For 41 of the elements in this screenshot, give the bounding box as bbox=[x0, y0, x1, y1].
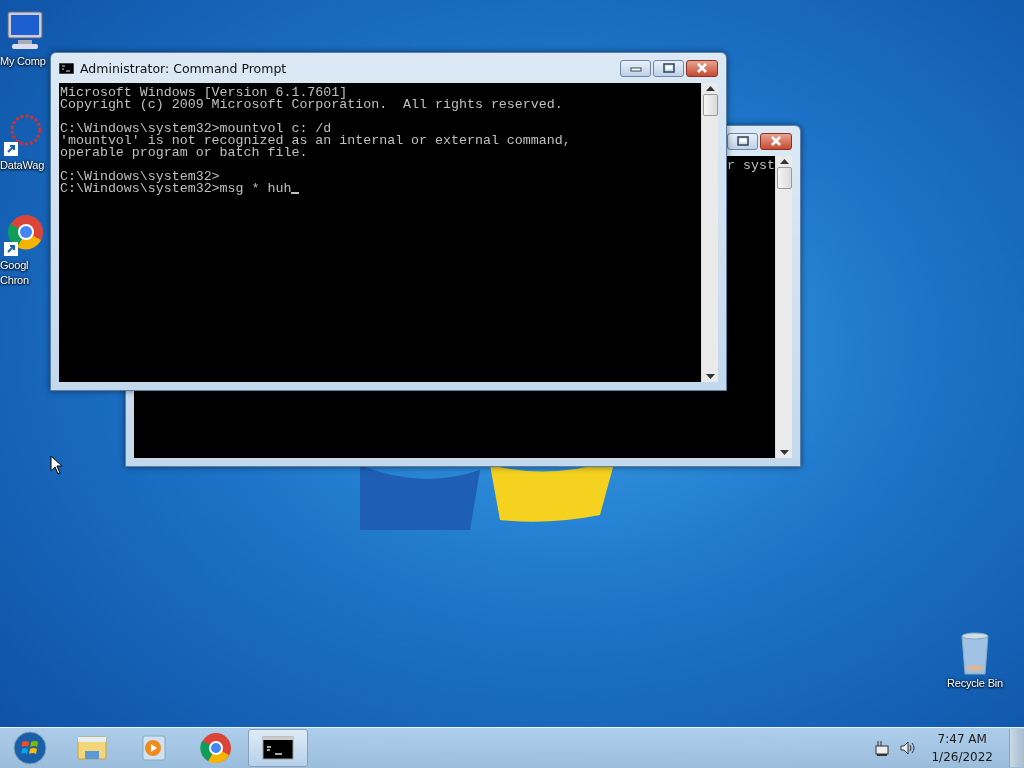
scrollbar[interactable] bbox=[701, 83, 718, 382]
console-text: 'mountvol' is not recognized as an internal or external command, bbox=[60, 135, 571, 147]
window-title: Administrator: Command Prompt bbox=[80, 60, 288, 76]
minimize-button[interactable] bbox=[620, 59, 651, 77]
network-icon[interactable] bbox=[875, 740, 892, 756]
maximize-button[interactable] bbox=[727, 132, 758, 150]
console-text: C:\Windows\system32>mountvol c: /d bbox=[60, 123, 332, 135]
scroll-thumb[interactable] bbox=[702, 94, 718, 116]
clock-time: 7:47 AM bbox=[937, 731, 987, 748]
chrome-icon bbox=[199, 731, 233, 765]
icon-label[interactable]: Googl bbox=[0, 258, 29, 273]
console-text: operable program or batch file. bbox=[60, 147, 308, 159]
maximize-icon bbox=[736, 136, 749, 146]
console-text: C:\Windows\system32> bbox=[60, 171, 220, 183]
close-icon bbox=[770, 136, 782, 146]
clock[interactable]: 7:47 AM 1/26/2022 bbox=[923, 730, 1001, 766]
icon-label[interactable]: Chron bbox=[0, 273, 29, 288]
console-text: Copyright (c) 2009 Microsoft Corporation. All rights reserved. bbox=[60, 99, 563, 111]
icon-label[interactable]: Recycle Bin bbox=[947, 676, 1003, 691]
close-button[interactable] bbox=[686, 59, 718, 77]
scroll-down-icon[interactable] bbox=[779, 450, 789, 455]
close-icon bbox=[696, 63, 708, 73]
maximize-button[interactable] bbox=[653, 59, 684, 77]
mouse-pointer-icon bbox=[50, 455, 63, 475]
clock-date: 1/26/2022 bbox=[931, 749, 993, 766]
scroll-up-icon[interactable] bbox=[705, 86, 715, 91]
scroll-up-icon[interactable] bbox=[779, 159, 789, 164]
scrollbar[interactable] bbox=[775, 156, 792, 458]
console-text: C:\Windows\system32>msg * huh bbox=[60, 183, 292, 195]
icon-label[interactable]: DataWag bbox=[0, 158, 45, 173]
volume-icon[interactable] bbox=[899, 740, 916, 756]
icon-label[interactable]: My Comp bbox=[0, 54, 46, 69]
scroll-thumb[interactable] bbox=[776, 167, 792, 189]
text-cursor-icon bbox=[291, 192, 300, 194]
console-text: r syst bbox=[727, 160, 775, 172]
taskbar-button[interactable] bbox=[248, 729, 308, 767]
scroll-down-icon[interactable] bbox=[705, 374, 715, 379]
console-icon bbox=[59, 62, 74, 74]
close-button[interactable] bbox=[760, 132, 792, 150]
maximize-icon bbox=[662, 63, 675, 73]
console-text: Microsoft Windows [Version 6.1.7601] bbox=[60, 87, 348, 99]
